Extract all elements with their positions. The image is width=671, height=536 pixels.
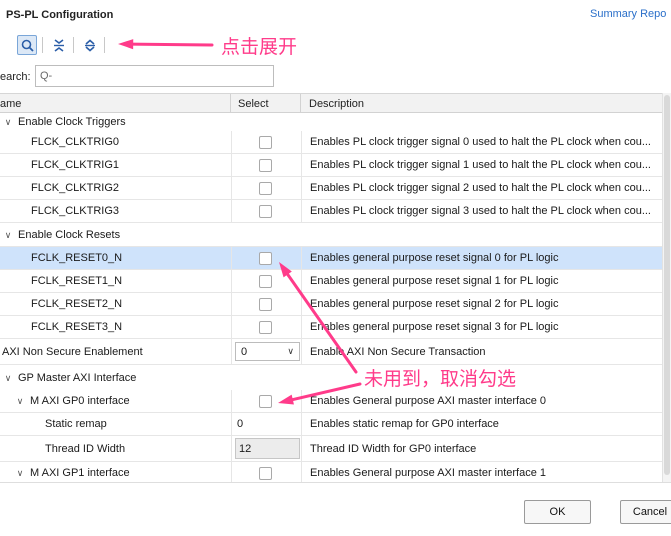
search-label: earch: (0, 71, 31, 83)
dialog-footer: OK Cancel (0, 482, 671, 536)
row-name: Enable Clock Resets (18, 229, 121, 241)
row-description: Enables general purpose reset signal 0 f… (310, 252, 559, 264)
row-name: FLCK_CLKTRIG0 (31, 136, 120, 148)
table-row[interactable]: ∨ M AXI GP0 interface Enables General pur… (0, 390, 662, 413)
thread-id-width-field[interactable]: 12 (235, 438, 300, 459)
row-name: AXI Non Secure Enablement (2, 345, 143, 358)
expand-all-icon[interactable] (80, 35, 100, 55)
row-name: Static remap (45, 418, 107, 430)
table-row[interactable]: FLCK_CLKTRIG0 Enables PL clock trigger s… (0, 131, 662, 154)
row-name: M AXI GP1 interface (30, 467, 130, 479)
chevron-down-icon[interactable]: ∨ (2, 373, 14, 384)
column-header-name[interactable]: ame (0, 98, 21, 110)
window-title: PS-PL Configuration (6, 9, 114, 21)
table-row[interactable]: FCLK_RESET2_N Enables general purpose re… (0, 293, 662, 316)
row-description: Enable AXI Non Secure Transaction (310, 345, 486, 358)
table-row[interactable]: ∨ M AXI GP1 interface Enables General pur… (0, 462, 662, 482)
select-checkbox[interactable] (259, 158, 272, 172)
search-icon[interactable] (17, 35, 37, 55)
select-checkbox[interactable] (259, 320, 272, 334)
table-row[interactable]: FCLK_RESET3_N Enables general purpose re… (0, 316, 662, 339)
row-description: Enables PL clock trigger signal 3 used t… (310, 205, 651, 217)
row-description: Enables general purpose reset signal 3 f… (310, 321, 559, 333)
row-description: Enables PL clock trigger signal 0 used t… (310, 136, 651, 148)
table-row[interactable]: FCLK_RESET1_N Enables general purpose re… (0, 270, 662, 293)
toolbar-separator (73, 37, 74, 53)
row-description: Enables PL clock trigger signal 2 used t… (310, 182, 651, 194)
cancel-button[interactable]: Cancel (620, 500, 671, 524)
row-description: Enables general purpose reset signal 1 f… (310, 275, 559, 287)
search-input[interactable]: Q- (35, 65, 274, 87)
row-name: Enable Clock Triggers (18, 116, 126, 128)
table-row[interactable]: FLCK_CLKTRIG1 Enables PL clock trigger s… (0, 154, 662, 177)
column-divider (300, 94, 301, 113)
scrollbar-thumb[interactable] (664, 95, 670, 475)
select-checkbox[interactable] (259, 204, 272, 218)
annotation-expand-note: 点击展开 (221, 36, 298, 58)
summary-report-link[interactable]: Summary Repo (590, 8, 666, 20)
vertical-scrollbar[interactable] (662, 93, 671, 482)
table-header: ame Select Description (0, 94, 662, 113)
configuration-table: ame Select Description ∨ Enable Clock Tri… (0, 93, 662, 482)
dropdown-value: 0 (241, 345, 248, 358)
row-name: Thread ID Width (45, 442, 126, 455)
table-row[interactable]: Thread ID Width 12 Thread ID Width for G… (0, 436, 662, 462)
row-name: FLCK_CLKTRIG3 (31, 205, 120, 217)
select-checkbox[interactable] (259, 394, 272, 408)
toolbar-separator (42, 37, 43, 53)
column-header-description[interactable]: Description (309, 98, 364, 110)
annotation-uncheck-note: 未用到，取消勾选 (364, 368, 517, 390)
collapse-all-icon[interactable] (49, 35, 69, 55)
select-checkbox[interactable] (259, 251, 272, 265)
table-row-group-clock-triggers[interactable]: ∨ Enable Clock Triggers (0, 113, 662, 131)
row-name: FCLK_RESET1_N (31, 275, 123, 287)
chevron-down-icon: ∨ (287, 346, 294, 356)
select-checkbox[interactable] (259, 181, 272, 195)
title-bar: PS-PL Configuration Summary Repo (0, 0, 671, 30)
field-value: 12 (239, 442, 252, 455)
table-row[interactable]: FLCK_CLKTRIG3 Enables PL clock trigger s… (0, 200, 662, 223)
select-checkbox[interactable] (259, 297, 272, 311)
chevron-down-icon[interactable]: ∨ (14, 468, 26, 479)
ok-button[interactable]: OK (524, 500, 591, 524)
search-placeholder: Q- (40, 70, 53, 82)
select-checkbox[interactable] (259, 274, 272, 288)
toolbar-partial-icon[interactable]: ▪ (0, 35, 6, 55)
select-checkbox[interactable] (259, 466, 272, 480)
table-row-group-gp-master[interactable]: ∨ GP Master AXI Interface (0, 369, 662, 387)
table-row[interactable]: AXI Non Secure Enablement 0 ∨ Enable AXI… (0, 339, 662, 365)
toolbar: ▪ (0, 34, 671, 58)
row-name: FLCK_CLKTRIG1 (31, 159, 120, 171)
table-row[interactable]: Static remap 0 Enables static remap for … (0, 413, 662, 436)
table-row[interactable]: FLCK_CLKTRIG2 Enables PL clock trigger s… (0, 177, 662, 200)
row-name: GP Master AXI Interface (18, 372, 137, 384)
table-row-selected[interactable]: FCLK_RESET0_N Enables general purpose re… (0, 247, 662, 270)
non-secure-dropdown[interactable]: 0 ∨ (235, 342, 300, 361)
row-name: FCLK_RESET3_N (31, 321, 123, 333)
chevron-down-icon[interactable]: ∨ (2, 230, 14, 241)
row-description: Enables static remap for GP0 interface (310, 418, 499, 430)
row-name: FCLK_RESET0_N (31, 252, 123, 264)
row-name: FCLK_RESET2_N (31, 298, 123, 310)
column-divider (230, 94, 231, 113)
row-description: Enables General purpose AXI master inter… (310, 467, 547, 479)
row-description: Thread ID Width for GP0 interface (310, 442, 477, 455)
chevron-down-icon[interactable]: ∨ (2, 117, 14, 128)
row-name: M AXI GP0 interface (30, 395, 130, 407)
static-remap-value[interactable]: 0 (237, 418, 243, 430)
column-header-select[interactable]: Select (238, 98, 269, 110)
chevron-down-icon[interactable]: ∨ (14, 396, 26, 407)
row-description: Enables General purpose AXI master inter… (310, 395, 547, 407)
row-description: Enables PL clock trigger signal 1 used t… (310, 159, 651, 171)
table-row-group-clock-resets[interactable]: ∨ Enable Clock Resets (0, 226, 662, 244)
select-checkbox[interactable] (259, 135, 272, 149)
row-name: FLCK_CLKTRIG2 (31, 182, 120, 194)
toolbar-separator (104, 37, 105, 53)
row-description: Enables general purpose reset signal 2 f… (310, 298, 559, 310)
